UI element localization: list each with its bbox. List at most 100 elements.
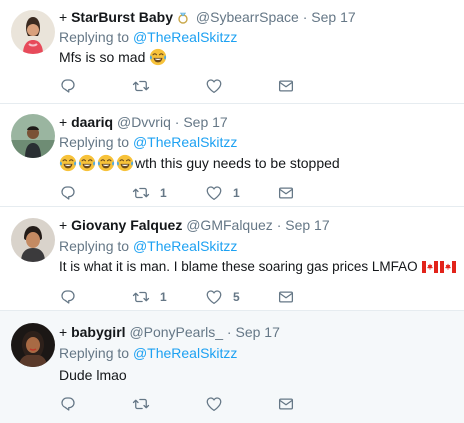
dm-button[interactable] xyxy=(277,76,295,96)
like-button[interactable]: 1 xyxy=(205,183,240,203)
reply-icon[interactable] xyxy=(59,184,77,202)
tweet-text: Dude lmao xyxy=(59,365,127,385)
replying-to: Replying to @TheRealSkitzz xyxy=(59,237,237,255)
retweet-button[interactable]: 1 xyxy=(132,183,167,203)
tears-of-joy-emoji xyxy=(78,154,96,177)
tears-of-joy-emoji xyxy=(97,154,115,177)
replying-to-link[interactable]: @TheRealSkitzz xyxy=(133,134,237,150)
user-handle[interactable]: @Dvvriq xyxy=(117,114,171,130)
tweet-item[interactable]: + StarBurst Baby @SybearrSpace · Sep 17 … xyxy=(0,0,464,104)
retweet-icon[interactable] xyxy=(132,77,150,95)
avatar[interactable] xyxy=(11,10,55,54)
tweet-date[interactable]: Sep 17 xyxy=(285,217,329,233)
tweet-text-content: Mfs is so mad xyxy=(59,49,146,65)
user-handle[interactable]: @SybearrSpace xyxy=(196,9,299,25)
tweet-actions xyxy=(59,76,399,96)
reply-button[interactable] xyxy=(59,183,87,203)
separator-dot: · xyxy=(276,217,282,233)
retweet-button[interactable]: 1 xyxy=(132,287,167,307)
retweet-count: 1 xyxy=(160,186,167,200)
tweet-date[interactable]: Sep 17 xyxy=(311,9,355,25)
tweet-text: wth this guy needs to be stopped xyxy=(59,153,340,177)
tweet-date[interactable]: Sep 17 xyxy=(235,324,279,340)
tweet-text-content: wth this guy needs to be stopped xyxy=(135,155,340,171)
display-name[interactable]: babygirl xyxy=(71,324,125,340)
like-count: 5 xyxy=(233,290,240,304)
retweet-icon[interactable] xyxy=(132,184,150,202)
dm-button[interactable] xyxy=(277,394,295,414)
heart-icon[interactable] xyxy=(205,184,223,202)
avatar[interactable] xyxy=(11,218,55,262)
separator-dot: · xyxy=(226,324,232,340)
display-name[interactable]: StarBurst Baby xyxy=(71,9,173,25)
canada-flag-icon xyxy=(421,259,438,279)
tweet-item[interactable]: + babygirl @PonyPearls_ · Sep 17 Replyin… xyxy=(0,311,464,423)
envelope-icon[interactable] xyxy=(277,395,295,413)
follow-plus[interactable]: + xyxy=(59,114,67,130)
display-name[interactable]: daariq xyxy=(71,114,113,130)
tweet-text: It is what it is man. I blame these soar… xyxy=(59,257,456,279)
like-button[interactable] xyxy=(205,394,233,414)
avatar[interactable] xyxy=(11,323,55,367)
like-count: 1 xyxy=(233,186,240,200)
tweet-date[interactable]: Sep 17 xyxy=(183,114,227,130)
replying-to: Replying to @TheRealSkitzz xyxy=(59,133,237,151)
retweet-button[interactable] xyxy=(132,76,160,96)
tweet-actions: 1 1 xyxy=(59,183,399,203)
follow-plus[interactable]: + xyxy=(59,324,67,340)
retweet-button[interactable] xyxy=(132,394,160,414)
reply-button[interactable] xyxy=(59,76,87,96)
reply-button[interactable] xyxy=(59,287,87,307)
tears-of-joy-emoji xyxy=(149,48,167,71)
tweet-header: + Giovany Falquez @GMFalquez · Sep 17 xyxy=(59,216,330,234)
tears-of-joy-emoji xyxy=(59,154,77,177)
replying-to-label: Replying to xyxy=(59,345,130,361)
reply-button[interactable] xyxy=(59,394,87,414)
replying-to-link[interactable]: @TheRealSkitzz xyxy=(133,345,237,361)
retweet-count: 1 xyxy=(160,290,167,304)
canada-flag-icon xyxy=(439,259,456,279)
avatar[interactable] xyxy=(11,114,55,158)
retweet-icon[interactable] xyxy=(132,395,150,413)
tweet-text-content: It is what it is man. I blame these soar… xyxy=(59,259,418,274)
replying-to-label: Replying to xyxy=(59,134,130,150)
envelope-icon[interactable] xyxy=(277,288,295,306)
separator-dot: · xyxy=(302,9,308,25)
tweet-header: + babygirl @PonyPearls_ · Sep 17 xyxy=(59,323,280,341)
tweet-header: + StarBurst Baby @SybearrSpace · Sep 17 xyxy=(59,8,356,28)
reply-icon[interactable] xyxy=(59,77,77,95)
follow-plus[interactable]: + xyxy=(59,9,67,25)
heart-icon[interactable] xyxy=(205,288,223,306)
envelope-icon[interactable] xyxy=(277,77,295,95)
replying-to-label: Replying to xyxy=(59,238,130,254)
user-handle[interactable]: @PonyPearls_ xyxy=(129,324,223,340)
replying-to-label: Replying to xyxy=(59,29,130,45)
like-button[interactable]: 5 xyxy=(205,287,240,307)
reply-icon[interactable] xyxy=(59,395,77,413)
reply-icon[interactable] xyxy=(59,288,77,306)
tears-of-joy-emoji xyxy=(116,154,134,177)
like-button[interactable] xyxy=(205,76,233,96)
diamond-ring-icon xyxy=(176,10,190,28)
replying-to-link[interactable]: @TheRealSkitzz xyxy=(133,238,237,254)
tweet-header: + daariq @Dvvriq · Sep 17 xyxy=(59,113,228,131)
envelope-icon[interactable] xyxy=(277,184,295,202)
dm-button[interactable] xyxy=(277,287,295,307)
replying-to-link[interactable]: @TheRealSkitzz xyxy=(133,29,237,45)
replying-to: Replying to @TheRealSkitzz xyxy=(59,28,237,46)
retweet-icon[interactable] xyxy=(132,288,150,306)
user-handle[interactable]: @GMFalquez xyxy=(186,217,273,233)
tweet-text-content: Dude lmao xyxy=(59,367,127,383)
tweet-item[interactable]: + Giovany Falquez @GMFalquez · Sep 17 Re… xyxy=(0,207,464,311)
heart-icon[interactable] xyxy=(205,77,223,95)
separator-dot: · xyxy=(174,114,180,130)
follow-plus[interactable]: + xyxy=(59,217,67,233)
tweet-item[interactable]: + daariq @Dvvriq · Sep 17 Replying to @T… xyxy=(0,104,464,207)
dm-button[interactable] xyxy=(277,183,295,203)
tweet-actions xyxy=(59,394,399,414)
tweet-text: Mfs is so mad xyxy=(59,47,168,71)
display-name[interactable]: Giovany Falquez xyxy=(71,217,182,233)
reply-feed: + StarBurst Baby @SybearrSpace · Sep 17 … xyxy=(0,0,464,423)
heart-icon[interactable] xyxy=(205,395,223,413)
replying-to: Replying to @TheRealSkitzz xyxy=(59,344,237,362)
